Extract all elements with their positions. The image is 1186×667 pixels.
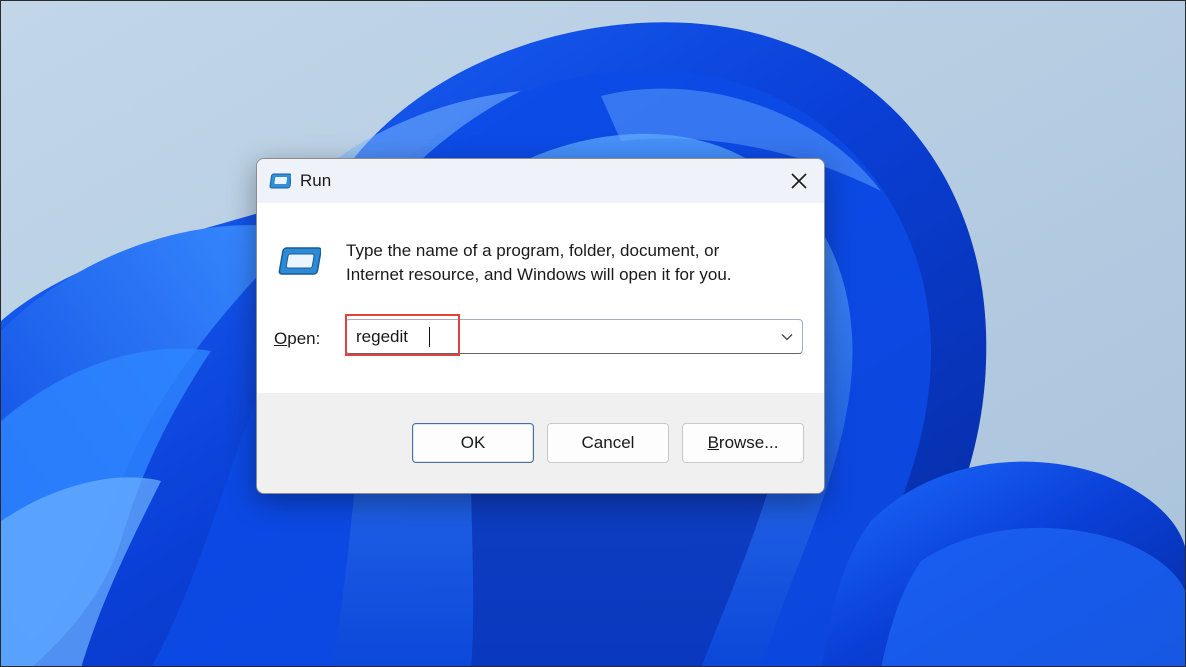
open-combobox[interactable] (345, 319, 803, 354)
ok-button-label: OK (460, 433, 486, 452)
run-icon (269, 173, 291, 189)
text-caret (429, 327, 430, 347)
run-dialog: Run Type the name of a program, folder, … (256, 158, 825, 494)
browse-button-accelerator: B (707, 433, 719, 452)
open-label-accelerator: O (274, 329, 288, 348)
cancel-button[interactable]: Cancel (547, 423, 669, 463)
browse-button[interactable]: Browse... (682, 423, 804, 463)
dialog-body: Type the name of a program, folder, docu… (257, 203, 824, 393)
chevron-down-icon (781, 333, 793, 340)
open-label: Open: (274, 329, 320, 349)
title-bar[interactable]: Run (257, 159, 824, 203)
ok-button[interactable]: OK (412, 423, 534, 463)
close-icon (791, 173, 807, 189)
open-input[interactable] (356, 320, 756, 353)
cancel-button-label: Cancel (581, 433, 635, 452)
open-dropdown-button[interactable] (772, 320, 802, 353)
dialog-title: Run (300, 171, 332, 190)
run-icon (278, 247, 321, 275)
close-button[interactable] (774, 159, 824, 203)
description: Type the name of a program, folder, docu… (346, 239, 806, 287)
description-line-2: Internet resource, and Windows will open… (346, 265, 732, 284)
desktop: Run Type the name of a program, folder, … (0, 0, 1186, 667)
open-label-text: pen: (287, 329, 321, 348)
description-line-1: Type the name of a program, folder, docu… (346, 241, 720, 260)
browse-button-label: rowse... (718, 433, 779, 452)
button-bar: OK Cancel Browse... (257, 393, 824, 493)
